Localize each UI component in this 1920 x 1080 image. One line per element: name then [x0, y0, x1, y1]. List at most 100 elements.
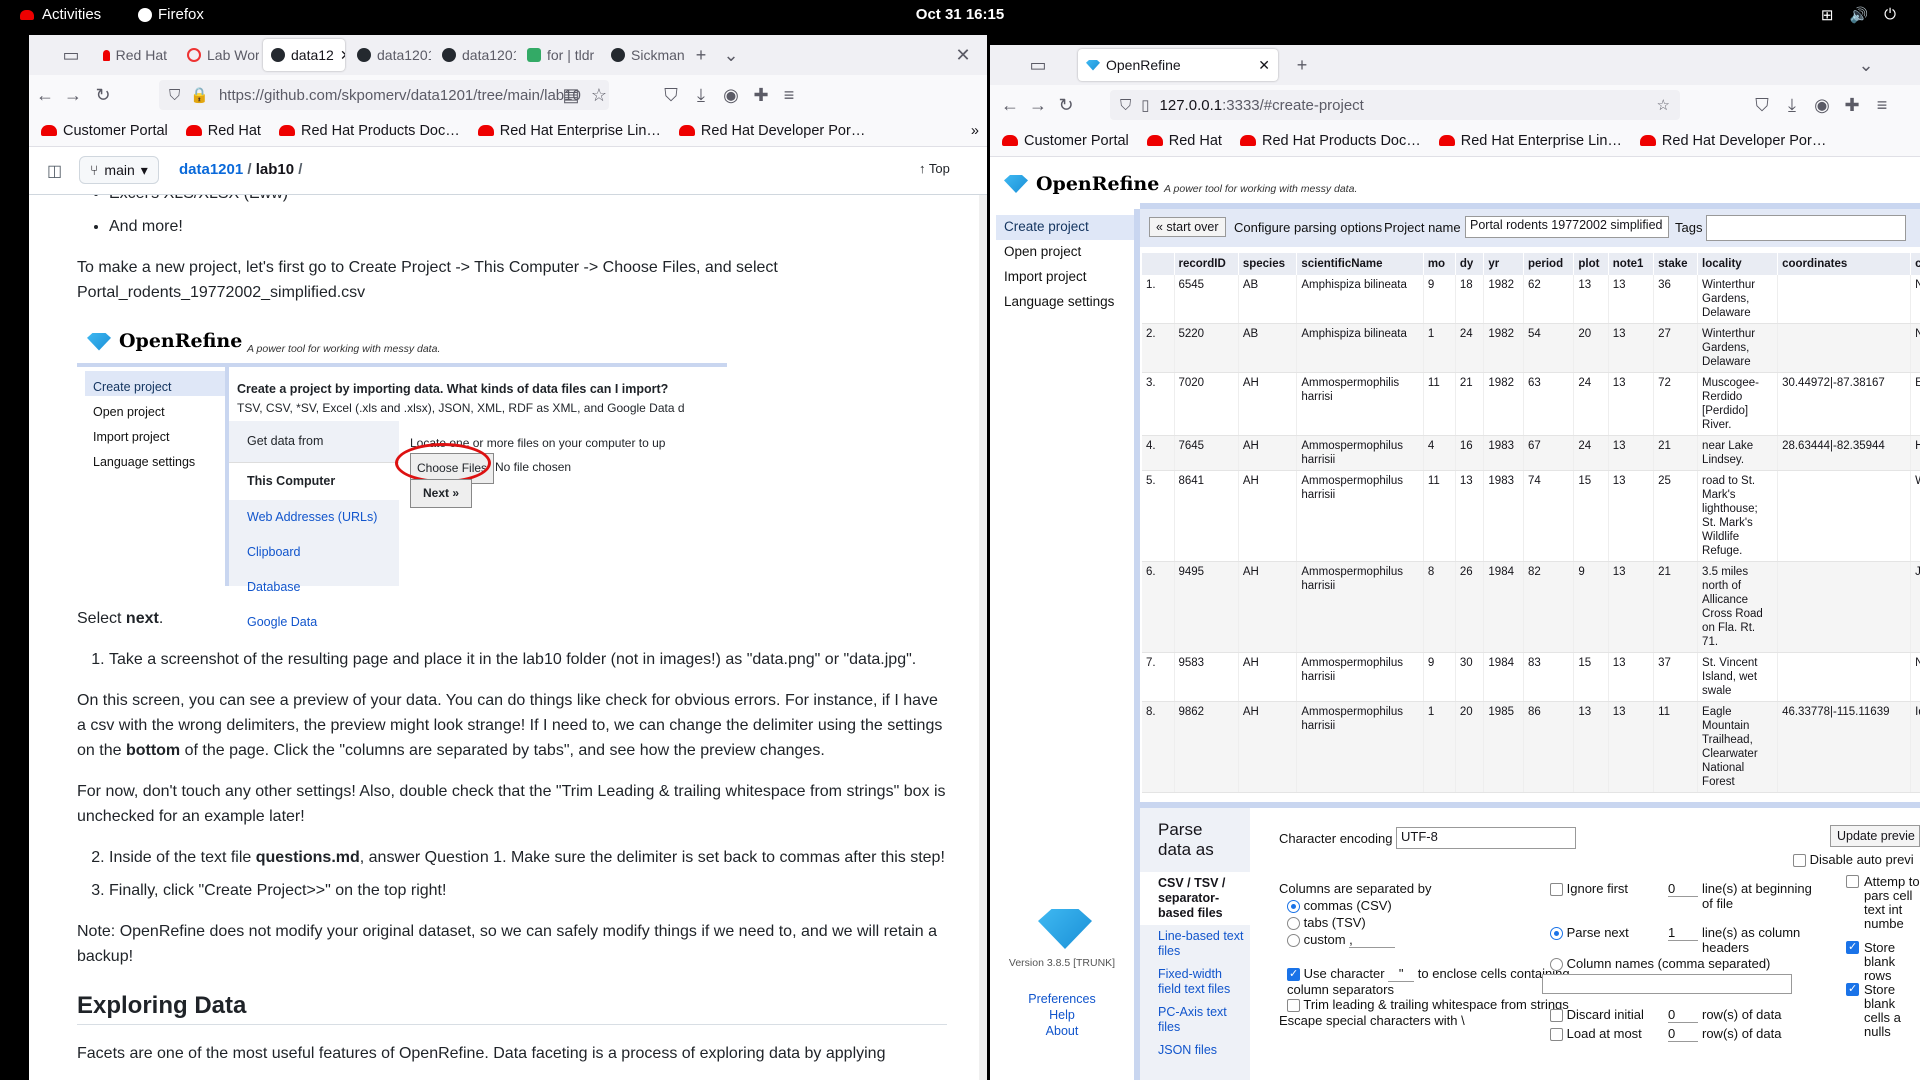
nav-language-settings[interactable]: Language settings [996, 290, 1134, 315]
list-tabs-icon[interactable]: ⌄ [1854, 53, 1878, 77]
discard-initial-checkbox[interactable] [1550, 1009, 1563, 1023]
top-button[interactable]: ↑ Top [919, 161, 950, 176]
tab-openrefine[interactable]: OpenRefine ✕ [1078, 49, 1278, 81]
breadcrumb-repo-link[interactable]: data1201 [179, 161, 243, 178]
tab-data1201-2[interactable]: data1201 [349, 39, 431, 71]
account-icon[interactable]: ◉ [1810, 93, 1834, 117]
discard-initial-input[interactable]: 0 [1668, 1007, 1698, 1023]
format-line-based[interactable]: Line-based text files [1140, 925, 1250, 963]
tags-input[interactable] [1706, 215, 1906, 241]
preview-table-container[interactable]: recordID species scientificName mo dy yr perio… [1140, 247, 1920, 802]
tab-overview-icon[interactable]: ▭ [1026, 53, 1050, 77]
sidebar-toggle-icon[interactable]: ◫ [47, 161, 62, 181]
help-link[interactable]: Help [990, 1007, 1134, 1023]
about-link[interactable]: About [990, 1023, 1134, 1039]
url-bar[interactable]: ⛉ ▯ 127.0.0.1:3333/#create-project ☆ [1110, 90, 1680, 120]
forward-icon[interactable]: → [1026, 93, 1050, 117]
bookmark-products-doc[interactable]: Red Hat Products Doc… [278, 123, 460, 139]
load-at-most-input[interactable]: 0 [1668, 1026, 1698, 1042]
project-name-input[interactable]: Portal rodents 19772002 simplified [1465, 216, 1669, 238]
start-over-button[interactable]: « start over [1149, 217, 1226, 237]
store-blank-cells-checkbox[interactable] [1846, 983, 1859, 996]
bookmark-star-icon[interactable]: ☆ [587, 83, 611, 107]
load-at-most-checkbox[interactable] [1550, 1028, 1563, 1042]
bookmark-developer-portal[interactable]: Red Hat Developer Por… [678, 123, 865, 139]
format-pc-axis[interactable]: PC-Axis text files [1140, 1001, 1250, 1039]
back-icon[interactable]: ← [33, 83, 57, 107]
bookmark-developer-portal[interactable]: Red Hat Developer Por… [1639, 133, 1826, 149]
format-json[interactable]: JSON files [1140, 1039, 1250, 1062]
close-tab-icon[interactable]: ✕ [340, 47, 345, 64]
branch-selector[interactable]: ⑂ main ▾ [79, 156, 159, 184]
disable-auto-preview-checkbox[interactable] [1793, 854, 1806, 868]
nav-create-project[interactable]: Create project [996, 215, 1134, 240]
account-icon[interactable]: ◉ [719, 83, 743, 107]
menu-icon[interactable]: ≡ [777, 83, 801, 107]
extensions-icon[interactable]: ✚ [749, 83, 773, 107]
format-csv[interactable]: CSV / TSV / separator-based files [1140, 872, 1250, 925]
sep-tsv-radio[interactable] [1287, 917, 1300, 931]
downloads-icon[interactable]: ⤓ [689, 83, 713, 107]
update-preview-button[interactable]: Update previe [1830, 825, 1920, 847]
tab-tldr[interactable]: for | tldr [519, 39, 601, 71]
pocket-icon[interactable]: ⛉ [659, 83, 683, 107]
column-names-radio[interactable] [1550, 958, 1563, 972]
downloads-icon[interactable]: ⤓ [1780, 93, 1804, 117]
new-tab-icon[interactable]: + [1290, 53, 1314, 77]
forward-icon[interactable]: → [61, 83, 85, 107]
table-cell: AH [1238, 372, 1298, 436]
back-icon[interactable]: ← [998, 93, 1022, 117]
tab-lab-work[interactable]: Lab Wor [179, 39, 259, 71]
table-cell: 13 [1608, 470, 1655, 562]
format-fixed-width[interactable]: Fixed-width field text files [1140, 963, 1250, 1001]
system-tray[interactable]: ⊞ 🔊 ⏻ [1821, 6, 1896, 24]
reader-mode-icon[interactable]: ▤ [559, 83, 583, 107]
bookmark-redhat[interactable]: Red Hat [1146, 133, 1222, 149]
column-header: coordinates [1777, 253, 1912, 275]
menu-icon[interactable]: ≡ [1870, 93, 1894, 117]
sep-custom-radio[interactable] [1287, 934, 1300, 948]
bookmark-star-icon[interactable]: ☆ [1657, 96, 1670, 114]
more-bookmarks-icon[interactable]: » [971, 123, 979, 139]
use-quote-char-checkbox[interactable] [1287, 967, 1300, 982]
redhat-icon [1438, 135, 1455, 146]
preferences-link[interactable]: Preferences [990, 991, 1134, 1007]
bookmark-customer-portal[interactable]: Customer Portal [41, 123, 168, 139]
ignore-first-checkbox[interactable] [1550, 883, 1563, 897]
tab-redhat[interactable]: Red Hat [95, 39, 175, 71]
url-bar[interactable]: ⛉ 🔒 https://github.com/skpomerv/data1201/t… [159, 80, 609, 110]
custom-separator-input[interactable]: , [1349, 932, 1396, 948]
close-tab-icon[interactable]: ✕ [1258, 57, 1270, 74]
bookmark-products-doc[interactable]: Red Hat Products Doc… [1239, 133, 1421, 149]
tab-data1201-active[interactable]: data12✕ [263, 39, 345, 71]
tab-sickman[interactable]: Sickman [603, 39, 689, 71]
clock[interactable]: Oct 31 16:15 [0, 6, 1920, 23]
tab-overview-icon[interactable]: ▭ [59, 43, 83, 67]
scrollbar[interactable] [979, 195, 987, 1080]
store-blank-rows-checkbox[interactable] [1846, 941, 1859, 954]
parse-next-input[interactable]: 1 [1668, 925, 1698, 941]
ignore-first-input[interactable]: 0 [1668, 881, 1698, 897]
pocket-icon[interactable]: ⛉ [1750, 93, 1774, 117]
trim-whitespace-checkbox[interactable] [1287, 999, 1300, 1013]
parse-next-radio[interactable] [1550, 927, 1563, 941]
quote-char-input[interactable]: " [1388, 966, 1415, 982]
sep-csv-radio[interactable] [1287, 900, 1300, 914]
close-window-icon[interactable]: ✕ [951, 43, 975, 67]
reload-icon[interactable]: ↻ [91, 83, 115, 107]
nav-bar: ← → ↻ ⛉ 🔒 https://github.com/skpomerv/data… [29, 75, 987, 115]
extensions-icon[interactable]: ✚ [1840, 93, 1864, 117]
nav-import-project[interactable]: Import project [996, 265, 1134, 290]
new-tab-icon[interactable]: + [689, 43, 713, 67]
char-encoding-input[interactable]: UTF-8 [1396, 827, 1576, 849]
bookmark-enterprise-linux[interactable]: Red Hat Enterprise Lin… [1438, 133, 1622, 149]
bookmark-customer-portal[interactable]: Customer Portal [1002, 133, 1129, 149]
bookmark-redhat[interactable]: Red Hat [185, 123, 261, 139]
list-tabs-icon[interactable]: ⌄ [719, 43, 743, 67]
reload-icon[interactable]: ↻ [1054, 93, 1078, 117]
bookmark-enterprise-linux[interactable]: Red Hat Enterprise Lin… [477, 123, 661, 139]
attempt-parse-checkbox[interactable] [1846, 875, 1859, 888]
nav-open-project[interactable]: Open project [996, 240, 1134, 265]
tab-data1201-3[interactable]: data1201 [434, 39, 516, 71]
column-names-input[interactable] [1542, 974, 1792, 994]
